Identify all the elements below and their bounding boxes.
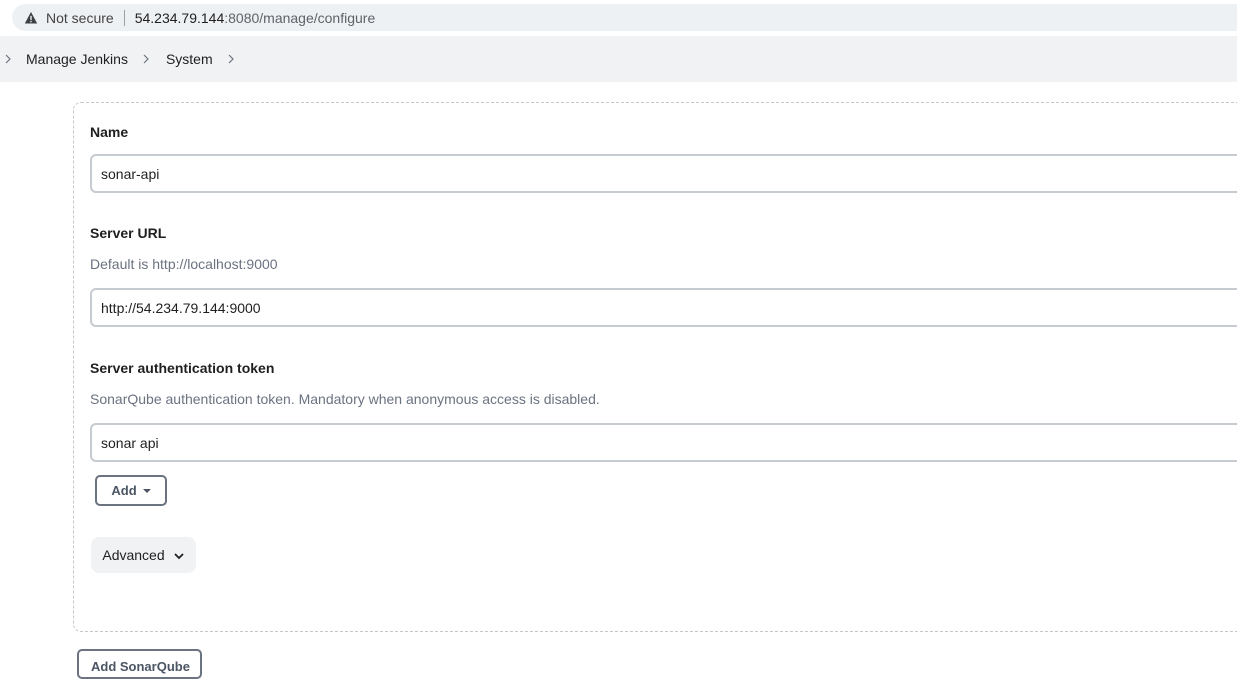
- breadcrumb: Manage Jenkins System: [0, 36, 1237, 82]
- advanced-button[interactable]: Advanced: [91, 537, 196, 573]
- breadcrumb-system[interactable]: System: [166, 51, 213, 67]
- token-label: Server authentication token: [90, 360, 275, 376]
- address-bar[interactable]: Not secure 54.234.79.144:8080/manage/con…: [12, 4, 1237, 31]
- add-sonarqube-label: Add SonarQube: [91, 659, 190, 674]
- browser-toolbar: Not secure 54.234.79.144:8080/manage/con…: [0, 0, 1237, 36]
- add-sonarqube-button[interactable]: Add SonarQube: [77, 649, 202, 679]
- advanced-button-label: Advanced: [102, 547, 165, 563]
- name-label: Name: [90, 124, 129, 140]
- name-input[interactable]: sonar-api: [90, 154, 1237, 193]
- address-divider: [123, 9, 125, 26]
- caret-down-icon: [142, 488, 151, 493]
- server-url-label: Server URL: [90, 225, 167, 241]
- security-status[interactable]: Not secure: [46, 10, 114, 26]
- chevron-right-icon: [4, 53, 14, 65]
- chevron-right-icon[interactable]: [227, 53, 237, 65]
- server-url-input[interactable]: http://54.234.79.144:9000: [90, 288, 1237, 327]
- token-help: SonarQube authentication token. Mandator…: [90, 391, 600, 407]
- server-url-help: Default is http://localhost:9000: [90, 256, 278, 272]
- token-select[interactable]: sonar api: [90, 423, 1237, 462]
- url-path[interactable]: :8080/manage/configure: [224, 10, 375, 26]
- url-host[interactable]: 54.234.79.144: [135, 10, 225, 26]
- add-button-label: Add: [111, 483, 137, 498]
- add-credentials-button[interactable]: Add: [95, 475, 167, 506]
- breadcrumb-manage-jenkins[interactable]: Manage Jenkins: [26, 51, 128, 67]
- chevron-down-icon: [173, 547, 185, 563]
- warning-icon[interactable]: [24, 11, 38, 25]
- chevron-right-icon: [142, 53, 152, 65]
